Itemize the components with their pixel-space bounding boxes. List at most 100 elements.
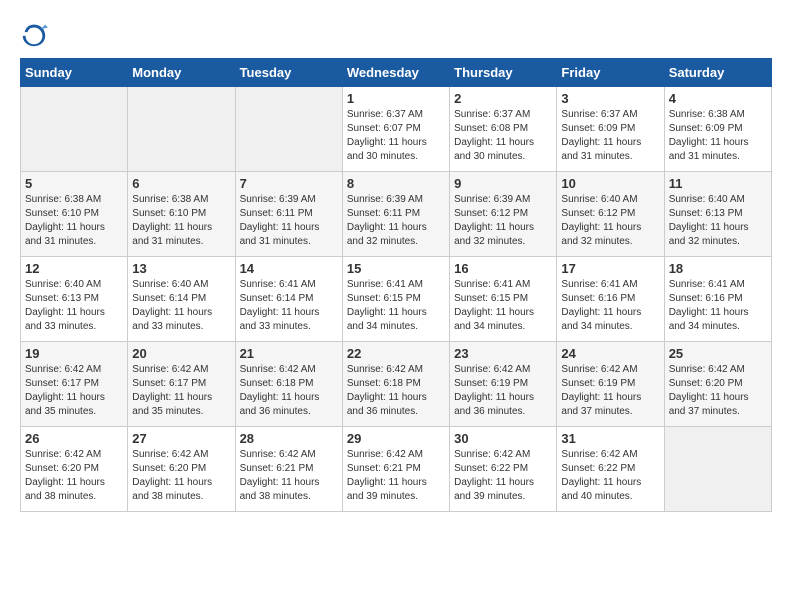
day-number: 23: [454, 346, 552, 361]
day-number: 5: [25, 176, 123, 191]
logo: [20, 20, 50, 48]
logo-icon: [20, 20, 48, 48]
day-info: Sunrise: 6:42 AM Sunset: 6:22 PM Dayligh…: [561, 448, 659, 504]
day-number: 9: [454, 176, 552, 191]
day-number: 20: [132, 346, 230, 361]
day-info: Sunrise: 6:42 AM Sunset: 6:21 PM Dayligh…: [240, 448, 338, 504]
day-number: 19: [25, 346, 123, 361]
day-number: 27: [132, 431, 230, 446]
day-number: 13: [132, 261, 230, 276]
day-info: Sunrise: 6:39 AM Sunset: 6:12 PM Dayligh…: [454, 193, 552, 249]
calendar-cell: 26 Sunrise: 6:42 AM Sunset: 6:20 PM Dayli…: [21, 427, 128, 512]
day-number: 12: [25, 261, 123, 276]
day-number: 14: [240, 261, 338, 276]
calendar-cell: 1 Sunrise: 6:37 AM Sunset: 6:07 PM Daylig…: [342, 87, 449, 172]
day-number: 30: [454, 431, 552, 446]
day-number: 17: [561, 261, 659, 276]
day-info: Sunrise: 6:39 AM Sunset: 6:11 PM Dayligh…: [347, 193, 445, 249]
day-number: 18: [669, 261, 767, 276]
day-number: 15: [347, 261, 445, 276]
calendar-cell: [128, 87, 235, 172]
day-info: Sunrise: 6:42 AM Sunset: 6:17 PM Dayligh…: [25, 363, 123, 419]
day-info: Sunrise: 6:41 AM Sunset: 6:16 PM Dayligh…: [561, 278, 659, 334]
day-info: Sunrise: 6:41 AM Sunset: 6:15 PM Dayligh…: [454, 278, 552, 334]
day-info: Sunrise: 6:42 AM Sunset: 6:18 PM Dayligh…: [240, 363, 338, 419]
calendar-cell: 15 Sunrise: 6:41 AM Sunset: 6:15 PM Dayli…: [342, 257, 449, 342]
day-info: Sunrise: 6:37 AM Sunset: 6:08 PM Dayligh…: [454, 108, 552, 164]
day-number: 25: [669, 346, 767, 361]
calendar-cell: 12 Sunrise: 6:40 AM Sunset: 6:13 PM Dayli…: [21, 257, 128, 342]
header-tuesday: Tuesday: [235, 59, 342, 87]
day-info: Sunrise: 6:40 AM Sunset: 6:13 PM Dayligh…: [25, 278, 123, 334]
day-info: Sunrise: 6:39 AM Sunset: 6:11 PM Dayligh…: [240, 193, 338, 249]
calendar-cell: 25Sunrise: 6:42 AM Sunset: 6:20 PM Dayli…: [664, 342, 771, 427]
day-number: 11: [669, 176, 767, 191]
calendar-cell: 20 Sunrise: 6:42 AM Sunset: 6:17 PM Dayli…: [128, 342, 235, 427]
week-row-0: 1 Sunrise: 6:37 AM Sunset: 6:07 PM Daylig…: [21, 87, 772, 172]
header-monday: Monday: [128, 59, 235, 87]
day-info: Sunrise: 6:41 AM Sunset: 6:16 PM Dayligh…: [669, 278, 767, 334]
calendar-cell: 19 Sunrise: 6:42 AM Sunset: 6:17 PM Dayli…: [21, 342, 128, 427]
calendar-cell: 22 Sunrise: 6:42 AM Sunset: 6:18 PM Dayli…: [342, 342, 449, 427]
day-info: Sunrise: 6:42 AM Sunset: 6:22 PM Dayligh…: [454, 448, 552, 504]
day-info: Sunrise: 6:40 AM Sunset: 6:13 PM Dayligh…: [669, 193, 767, 249]
day-info: Sunrise: 6:42 AM Sunset: 6:18 PM Dayligh…: [347, 363, 445, 419]
calendar-cell: 5Sunrise: 6:38 AM Sunset: 6:10 PM Daylig…: [21, 172, 128, 257]
day-number: 24: [561, 346, 659, 361]
calendar-cell: 21 Sunrise: 6:42 AM Sunset: 6:18 PM Dayli…: [235, 342, 342, 427]
day-number: 7: [240, 176, 338, 191]
day-number: 31: [561, 431, 659, 446]
day-number: 8: [347, 176, 445, 191]
calendar-cell: 8 Sunrise: 6:39 AM Sunset: 6:11 PM Daylig…: [342, 172, 449, 257]
day-info: Sunrise: 6:42 AM Sunset: 6:19 PM Dayligh…: [561, 363, 659, 419]
day-number: 28: [240, 431, 338, 446]
day-number: 26: [25, 431, 123, 446]
calendar-cell: 6Sunrise: 6:38 AM Sunset: 6:10 PM Daylig…: [128, 172, 235, 257]
calendar-table: SundayMondayTuesdayWednesdayThursdayFrid…: [20, 58, 772, 512]
day-info: Sunrise: 6:42 AM Sunset: 6:20 PM Dayligh…: [25, 448, 123, 504]
day-number: 4: [669, 91, 767, 106]
week-row-1: 5Sunrise: 6:38 AM Sunset: 6:10 PM Daylig…: [21, 172, 772, 257]
header-thursday: Thursday: [450, 59, 557, 87]
calendar-cell: [21, 87, 128, 172]
calendar-cell: [664, 427, 771, 512]
day-info: Sunrise: 6:37 AM Sunset: 6:07 PM Dayligh…: [347, 108, 445, 164]
calendar-cell: 3Sunrise: 6:37 AM Sunset: 6:09 PM Daylig…: [557, 87, 664, 172]
day-info: Sunrise: 6:42 AM Sunset: 6:17 PM Dayligh…: [132, 363, 230, 419]
day-info: Sunrise: 6:40 AM Sunset: 6:12 PM Dayligh…: [561, 193, 659, 249]
calendar-cell: 29Sunrise: 6:42 AM Sunset: 6:21 PM Dayli…: [342, 427, 449, 512]
header-sunday: Sunday: [21, 59, 128, 87]
calendar-cell: 28 Sunrise: 6:42 AM Sunset: 6:21 PM Dayli…: [235, 427, 342, 512]
calendar-cell: [235, 87, 342, 172]
day-info: Sunrise: 6:42 AM Sunset: 6:21 PM Dayligh…: [347, 448, 445, 504]
header-friday: Friday: [557, 59, 664, 87]
week-row-4: 26 Sunrise: 6:42 AM Sunset: 6:20 PM Dayli…: [21, 427, 772, 512]
header-saturday: Saturday: [664, 59, 771, 87]
day-info: Sunrise: 6:41 AM Sunset: 6:14 PM Dayligh…: [240, 278, 338, 334]
calendar-cell: 24 Sunrise: 6:42 AM Sunset: 6:19 PM Dayli…: [557, 342, 664, 427]
day-info: Sunrise: 6:42 AM Sunset: 6:19 PM Dayligh…: [454, 363, 552, 419]
calendar-cell: 18 Sunrise: 6:41 AM Sunset: 6:16 PM Dayli…: [664, 257, 771, 342]
week-row-3: 19 Sunrise: 6:42 AM Sunset: 6:17 PM Dayli…: [21, 342, 772, 427]
day-number: 21: [240, 346, 338, 361]
calendar-cell: 23 Sunrise: 6:42 AM Sunset: 6:19 PM Dayli…: [450, 342, 557, 427]
calendar-cell: 13 Sunrise: 6:40 AM Sunset: 6:14 PM Dayli…: [128, 257, 235, 342]
day-number: 1: [347, 91, 445, 106]
calendar-cell: 31 Sunrise: 6:42 AM Sunset: 6:22 PM Dayli…: [557, 427, 664, 512]
day-number: 10: [561, 176, 659, 191]
header-wednesday: Wednesday: [342, 59, 449, 87]
calendar-cell: 7 Sunrise: 6:39 AM Sunset: 6:11 PM Daylig…: [235, 172, 342, 257]
calendar-cell: 2Sunrise: 6:37 AM Sunset: 6:08 PM Daylig…: [450, 87, 557, 172]
day-number: 22: [347, 346, 445, 361]
calendar-cell: 30 Sunrise: 6:42 AM Sunset: 6:22 PM Dayli…: [450, 427, 557, 512]
day-info: Sunrise: 6:38 AM Sunset: 6:09 PM Dayligh…: [669, 108, 767, 164]
header-row: SundayMondayTuesdayWednesdayThursdayFrid…: [21, 59, 772, 87]
calendar-cell: 9 Sunrise: 6:39 AM Sunset: 6:12 PM Daylig…: [450, 172, 557, 257]
calendar-cell: 16Sunrise: 6:41 AM Sunset: 6:15 PM Dayli…: [450, 257, 557, 342]
day-number: 6: [132, 176, 230, 191]
calendar-cell: 14 Sunrise: 6:41 AM Sunset: 6:14 PM Dayli…: [235, 257, 342, 342]
calendar-cell: 27Sunrise: 6:42 AM Sunset: 6:20 PM Dayli…: [128, 427, 235, 512]
day-info: Sunrise: 6:40 AM Sunset: 6:14 PM Dayligh…: [132, 278, 230, 334]
day-info: Sunrise: 6:41 AM Sunset: 6:15 PM Dayligh…: [347, 278, 445, 334]
calendar-cell: 17 Sunrise: 6:41 AM Sunset: 6:16 PM Dayli…: [557, 257, 664, 342]
